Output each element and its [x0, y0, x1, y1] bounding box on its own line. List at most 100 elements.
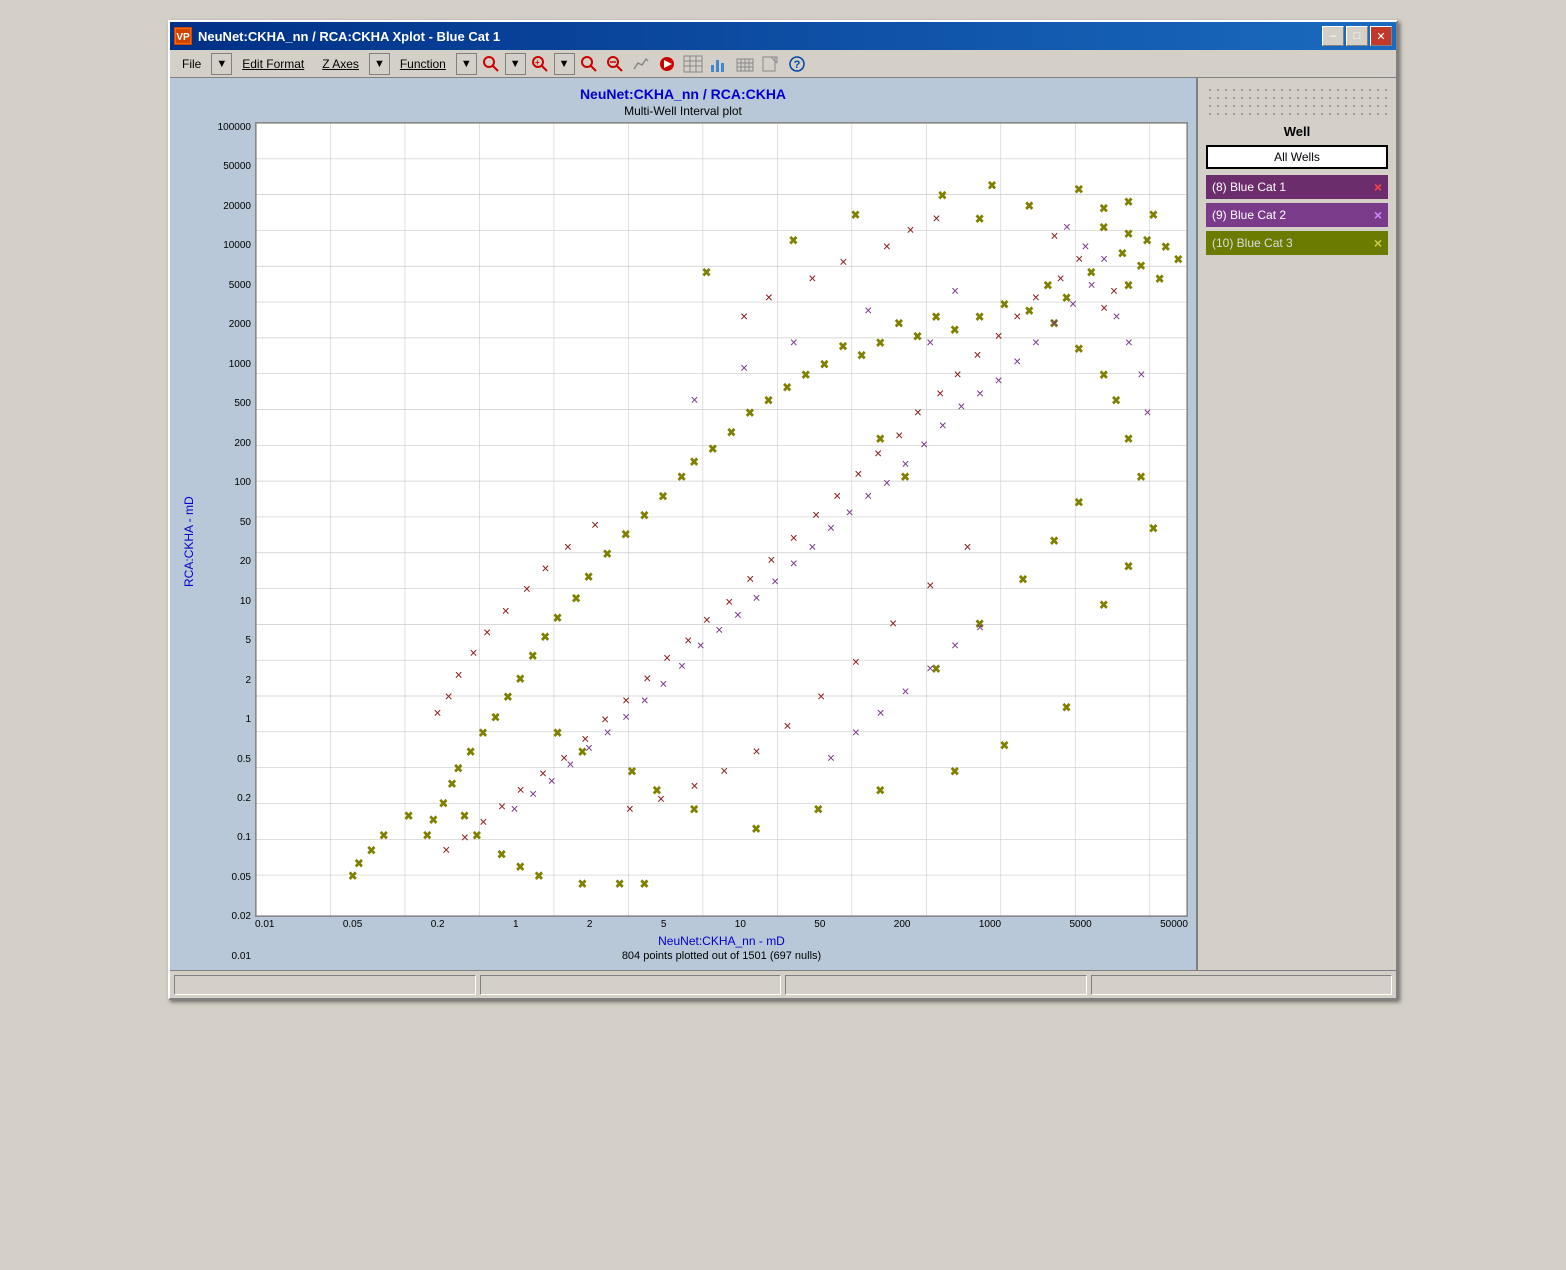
svg-text:+: +	[535, 58, 540, 67]
zaxes-dropdown[interactable]: ▼	[369, 53, 390, 75]
maximize-button[interactable]: □	[1346, 26, 1368, 46]
x-tick: 50000	[1160, 919, 1188, 930]
svg-text:×: ×	[852, 724, 860, 740]
well-x-2[interactable]: ×	[1374, 207, 1382, 223]
well-item-2[interactable]: (9) Blue Cat 2 ×	[1206, 203, 1388, 227]
play-icon[interactable]	[655, 53, 679, 75]
svg-text:×: ×	[988, 178, 995, 192]
well-x-1[interactable]: ×	[1374, 179, 1382, 195]
svg-text:×: ×	[895, 427, 903, 443]
menu-function[interactable]: Function	[392, 54, 454, 74]
svg-text:×: ×	[914, 329, 921, 343]
svg-text:×: ×	[1125, 559, 1132, 573]
svg-text:×: ×	[725, 593, 733, 609]
svg-text:×: ×	[622, 708, 630, 724]
svg-text:×: ×	[1100, 221, 1107, 235]
minimize-button[interactable]: –	[1322, 26, 1344, 46]
y-tick: 2000	[229, 319, 251, 330]
svg-text:×: ×	[812, 506, 820, 522]
svg-text:×: ×	[1150, 208, 1157, 222]
svg-text:×: ×	[1100, 201, 1107, 215]
close-button[interactable]: ✕	[1370, 26, 1392, 46]
svg-text:×: ×	[510, 800, 518, 816]
svg-text:×: ×	[560, 749, 568, 765]
menu-file[interactable]: File	[174, 54, 209, 74]
svg-text:×: ×	[933, 310, 940, 324]
svg-text:×: ×	[461, 829, 469, 845]
svg-text:×: ×	[808, 270, 816, 286]
svg-text:×: ×	[815, 803, 822, 817]
svg-text:×: ×	[1125, 334, 1133, 350]
svg-text:×: ×	[678, 470, 685, 484]
help-icon[interactable]: ?	[785, 53, 809, 75]
y-tick: 0.05	[232, 872, 251, 883]
svg-text:×: ×	[1044, 278, 1051, 292]
sidebar-dotted-pattern	[1206, 86, 1388, 116]
svg-text:×: ×	[504, 690, 511, 704]
all-wells-button[interactable]: All Wells	[1206, 145, 1388, 169]
status-section-1	[174, 975, 476, 995]
svg-text:×: ×	[641, 508, 648, 522]
well-item-1[interactable]: (8) Blue Cat 1 ×	[1206, 175, 1388, 199]
zoom-dropdown1[interactable]: ▼	[505, 53, 526, 75]
plot-area[interactable]: × × × × × × × × × × × ×	[255, 122, 1188, 917]
zoom-out-icon[interactable]	[603, 53, 627, 75]
svg-text:×: ×	[740, 359, 748, 375]
svg-text:×: ×	[498, 847, 505, 861]
svg-text:×: ×	[479, 813, 487, 829]
svg-text:×: ×	[976, 212, 983, 226]
menu-edit-format[interactable]: Edit Format	[234, 54, 312, 74]
svg-text:×: ×	[951, 637, 959, 653]
svg-text:×: ×	[883, 474, 891, 490]
svg-text:×: ×	[1125, 227, 1132, 241]
export-icon[interactable]	[759, 53, 783, 75]
chart-note: 804 points plotted out of 1501 (697 null…	[255, 950, 1188, 962]
menu-z-axes[interactable]: Z Axes	[314, 54, 367, 74]
function-dropdown[interactable]: ▼	[456, 53, 477, 75]
chart-line-icon[interactable]	[629, 53, 653, 75]
svg-text:×: ×	[690, 455, 697, 469]
x-axis-ticks: 0.01 0.05 0.2 1 2 5 10 50 200 1000 5000 …	[255, 917, 1188, 932]
chart-title: NeuNet:CKHA_nn / RCA:CKHA	[580, 86, 786, 102]
zoom-dropdown2[interactable]: ▼	[554, 53, 575, 75]
svg-text:×: ×	[1050, 314, 1058, 330]
svg-text:×: ×	[920, 436, 928, 452]
search-zoom-icon[interactable]	[479, 53, 503, 75]
svg-text:×: ×	[889, 615, 897, 631]
y-tick: 20000	[223, 201, 251, 212]
x-tick: 5000	[1069, 919, 1091, 930]
svg-text:×: ×	[1069, 295, 1077, 311]
svg-text:×: ×	[535, 869, 542, 883]
svg-text:×: ×	[901, 683, 909, 699]
svg-text:×: ×	[1100, 251, 1108, 267]
svg-text:×: ×	[461, 809, 468, 823]
title-bar-left: VP NeuNet:CKHA_nn / RCA:CKHA Xplot - Blu…	[174, 27, 500, 45]
svg-text:×: ×	[581, 730, 589, 746]
svg-text:×: ×	[790, 334, 798, 350]
well-item-3[interactable]: (10) Blue Cat 3 ×	[1206, 231, 1388, 255]
y-tick: 0.02	[232, 911, 251, 922]
svg-text:×: ×	[657, 790, 665, 806]
svg-text:×: ×	[517, 860, 524, 874]
chart-icon[interactable]	[707, 53, 731, 75]
bar-chart-icon[interactable]	[733, 53, 757, 75]
file-dropdown[interactable]: ▼	[211, 53, 232, 75]
svg-text:×: ×	[1100, 368, 1107, 382]
y-tick: 1000	[229, 359, 251, 370]
svg-text:×: ×	[976, 385, 984, 401]
svg-text:×: ×	[720, 762, 728, 778]
svg-text:×: ×	[808, 538, 816, 554]
well-x-3[interactable]: ×	[1374, 235, 1382, 251]
svg-text:×: ×	[1075, 251, 1083, 267]
svg-text:×: ×	[641, 692, 649, 708]
svg-text:×: ×	[864, 302, 872, 318]
svg-text:×: ×	[827, 519, 835, 535]
zoom-fit-icon[interactable]	[577, 53, 601, 75]
svg-text:×: ×	[455, 762, 462, 776]
chart-subtitle: Multi-Well Interval plot	[624, 104, 742, 118]
svg-text:×: ×	[1001, 297, 1008, 311]
zoom-icon2[interactable]: +	[528, 53, 552, 75]
svg-text:×: ×	[964, 538, 972, 554]
svg-text:×: ×	[852, 653, 860, 669]
grid-icon[interactable]	[681, 53, 705, 75]
